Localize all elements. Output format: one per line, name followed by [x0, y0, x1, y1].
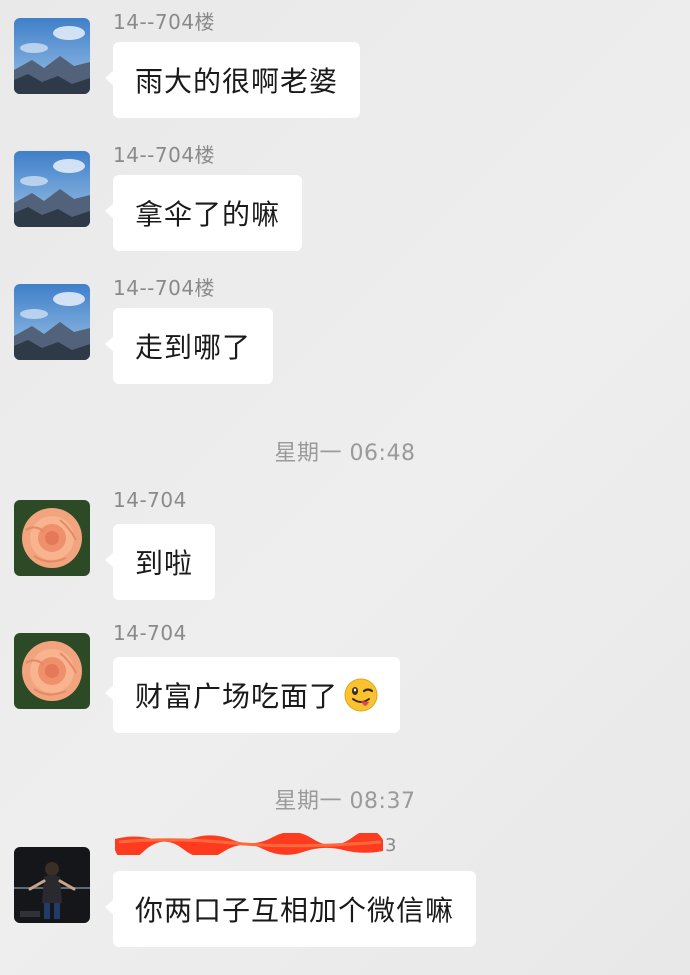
- message-bubble[interactable]: 雨大的很啊老婆: [104, 42, 361, 118]
- sender-name-suffix: 3: [385, 835, 397, 856]
- timestamp: 星期一 08:37: [274, 789, 416, 814]
- message-bubble[interactable]: 财富广场吃面了: [104, 657, 401, 733]
- redacted-sender-name: [115, 833, 383, 855]
- sender-name: 14-704: [113, 488, 187, 512]
- avatar-rose[interactable]: [14, 633, 90, 709]
- sender-name: 14--704楼: [113, 143, 216, 167]
- message-bubble[interactable]: 拿伞了的嘛: [104, 175, 303, 251]
- winking-tongue-emoji-icon: [344, 678, 378, 712]
- chat-history: 14--704楼 雨大的很啊老婆 14--704楼 拿伞了的嘛 14--704楼…: [0, 0, 690, 975]
- sender-name: 14--704楼: [113, 10, 216, 34]
- sender-name: 14--704楼: [113, 276, 216, 300]
- avatar-mountain[interactable]: [14, 151, 90, 227]
- message-text: 到啦: [135, 547, 194, 580]
- avatar-person[interactable]: [14, 847, 90, 923]
- message-bubble[interactable]: 到啦: [104, 524, 216, 600]
- timestamp: 星期一 06:48: [274, 441, 416, 466]
- message-text: 财富广场吃面了: [135, 680, 339, 713]
- avatar-mountain[interactable]: [14, 284, 90, 360]
- message-text: 拿伞了的嘛: [135, 198, 281, 231]
- message-text: 走到哪了: [135, 331, 252, 364]
- message-text: 雨大的很啊老婆: [135, 65, 339, 98]
- message-bubble[interactable]: 走到哪了: [104, 308, 274, 384]
- avatar-rose[interactable]: [14, 500, 90, 576]
- message-bubble[interactable]: 你两口子互相加个微信嘛: [104, 871, 477, 947]
- avatar-mountain[interactable]: [14, 18, 90, 94]
- message-text: 你两口子互相加个微信嘛: [135, 894, 455, 927]
- sender-name: 14-704: [113, 621, 187, 645]
